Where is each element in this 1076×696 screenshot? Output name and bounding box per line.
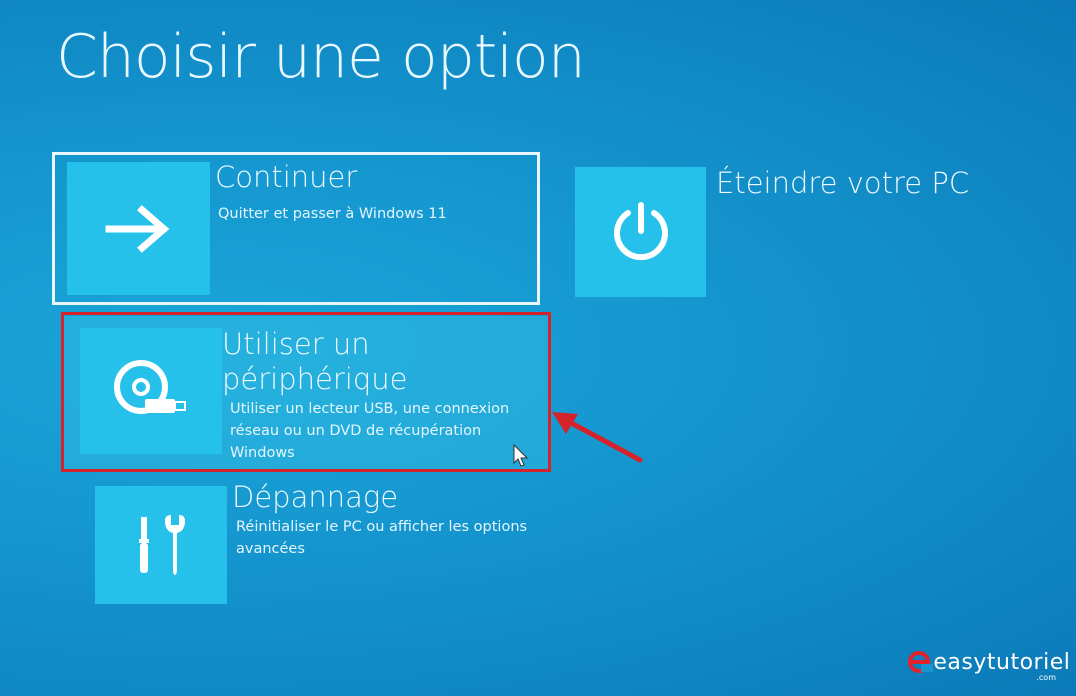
power-icon [575, 167, 706, 297]
option-title: Dépannage [232, 480, 399, 514]
description-line: avancées [236, 541, 305, 557]
option-description: Quitter et passer à Windows 11 [218, 206, 447, 222]
annotation-arrow-icon [552, 412, 643, 463]
watermark-suffix: .com [1036, 673, 1056, 682]
watermark-logo: easytutoriel .com [907, 650, 1070, 682]
arrow-right-icon [67, 162, 210, 295]
option-description: Réinitialiser le PC ou afficher les opti… [236, 516, 527, 560]
annotation-box [61, 312, 551, 472]
option-title: Éteindre votre PC [716, 166, 970, 200]
page-title: Choisir une option [56, 22, 586, 92]
mouse-cursor-icon [513, 443, 529, 467]
description-line: Réinitialiser le PC ou afficher les opti… [236, 519, 528, 535]
tools-icon [95, 486, 227, 604]
easytutoriel-logo-icon [908, 651, 934, 673]
watermark-brand: easytutoriel [933, 650, 1071, 675]
option-title: Continuer [215, 160, 358, 194]
